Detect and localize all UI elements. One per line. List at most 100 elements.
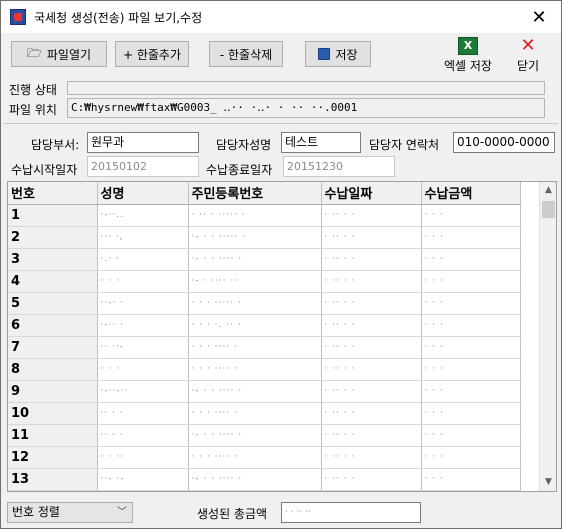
cell-name[interactable]: ·-·· · (97, 314, 189, 337)
dept-field[interactable]: 원무과 (87, 132, 199, 153)
vertical-scrollbar[interactable]: ▲ ▼ (539, 182, 556, 491)
row-number[interactable]: 6 (8, 314, 98, 337)
open-file-button[interactable]: 🗁 파일열기 (11, 41, 107, 67)
delete-row-button[interactable]: - 한줄삭제 (209, 41, 283, 67)
row-number[interactable]: 2 (8, 226, 98, 249)
cell-date[interactable]: · ·· · · (321, 226, 422, 249)
cell-name[interactable]: ·· ··- (97, 336, 189, 359)
cell-id[interactable]: · ·· · ····· · (188, 204, 322, 227)
cell-id[interactable]: · · · ···· · (188, 402, 322, 425)
cell-amount[interactable]: · · · (421, 446, 521, 469)
cell-amount[interactable]: · · · (421, 468, 521, 491)
cell-date[interactable]: · ·· · · (321, 446, 422, 469)
cell-name[interactable]: · · · (97, 270, 189, 293)
table-row[interactable]: 12 · · ·· · · · ···· · · ·· · · · · · (8, 446, 521, 469)
table-row[interactable]: 11 ·· · · ·- · · ···· · · ·· · · · · · (8, 424, 521, 447)
cell-date[interactable]: · ·· · · (321, 358, 422, 381)
cell-date[interactable]: · ·· · · (321, 204, 422, 227)
table-row[interactable]: 5 ··-· · · · · ····· · · ·· · · · · · (8, 292, 521, 315)
scroll-up-icon[interactable]: ▲ (540, 182, 556, 199)
cell-date[interactable]: · ·· · · (321, 270, 422, 293)
cell-date[interactable]: · ·· · · (321, 468, 422, 491)
sort-select[interactable]: 번호 정렬 ﹀ (7, 502, 133, 523)
row-number[interactable]: 8 (8, 358, 98, 381)
cell-date[interactable]: · ·· · · (321, 402, 422, 425)
cell-id[interactable]: ·- · ···· ·· (188, 270, 322, 293)
col-header-id[interactable]: 주민등록번호 (188, 182, 322, 205)
cell-id[interactable]: · · · ·. ·· · (188, 314, 322, 337)
cell-name[interactable]: ··· ·, (97, 226, 189, 249)
row-number[interactable]: 3 (8, 248, 98, 271)
table-row[interactable]: 8 · · · · · · ···· · · ·· · · · · · (8, 358, 521, 381)
table-row[interactable]: 6 ·-·· · · · · ·. ·· · · ·· · · · · · (8, 314, 521, 337)
cell-id[interactable]: · · · ····· · (188, 292, 322, 315)
add-row-button[interactable]: + 한줄추가 (115, 41, 189, 67)
cell-date[interactable]: · ·· · · (321, 248, 422, 271)
cell-name[interactable]: · · ·· (97, 446, 189, 469)
cell-amount[interactable]: · · · (421, 358, 521, 381)
table-row[interactable]: 13 ··- ·- ·- · · ···· · · ·· · · · · · (8, 468, 521, 491)
table-row[interactable]: 3 ·.· · ·- · · ···· · · ·· · · · · · (8, 248, 521, 271)
cell-id[interactable]: ·- · · ····· · (188, 226, 322, 249)
start-date-label: 수납시작일자 (11, 163, 78, 177)
cell-name[interactable]: ··- ·- (97, 468, 189, 491)
cell-id[interactable]: ·- · · ···· · (188, 468, 322, 491)
col-header-amount[interactable]: 수납금액 (421, 182, 521, 205)
save-button[interactable]: 저장 (305, 41, 371, 67)
cell-name[interactable]: ·· · · (97, 402, 189, 425)
cell-name[interactable]: ·.· · (97, 248, 189, 271)
row-number[interactable]: 5 (8, 292, 98, 315)
manager-field[interactable]: 테스트 (281, 132, 361, 153)
table-row[interactable]: 7 ·· ··- · · · ···· · · ·· · · · · · (8, 336, 521, 359)
cell-amount[interactable]: · · · (421, 336, 521, 359)
row-number[interactable]: 13 (8, 468, 98, 491)
col-header-no[interactable]: 번호 (8, 182, 98, 205)
row-number[interactable]: 12 (8, 446, 98, 469)
cell-amount[interactable]: · · · (421, 270, 521, 293)
row-number[interactable]: 10 (8, 402, 98, 425)
cell-id[interactable]: · · · ···· · (188, 358, 322, 381)
cell-id[interactable]: · · · ···· · (188, 336, 322, 359)
cell-id[interactable]: ·- · · ···· · (188, 248, 322, 271)
cell-name[interactable]: · · · (97, 358, 189, 381)
excel-save-button[interactable]: X 엑셀 저장 (438, 37, 498, 75)
cell-id[interactable]: ·- · · ···· · (188, 424, 322, 447)
cell-id[interactable]: ·- · · ···· · (188, 380, 322, 403)
row-number[interactable]: 4 (8, 270, 98, 293)
cell-amount[interactable]: · · · (421, 314, 521, 337)
cell-amount[interactable]: · · · (421, 380, 521, 403)
cell-amount[interactable]: · · · (421, 248, 521, 271)
scroll-thumb[interactable] (542, 201, 555, 218)
cell-date[interactable]: · ·· · · (321, 314, 422, 337)
cell-date[interactable]: · ·· · · (321, 380, 422, 403)
cell-amount[interactable]: · · · (421, 292, 521, 315)
cell-amount[interactable]: · · · (421, 424, 521, 447)
contact-field[interactable]: 010-0000-0000 (453, 132, 555, 153)
cell-id[interactable]: · · · ···· · (188, 446, 322, 469)
table-row[interactable]: 2 ··· ·, ·- · · ····· · · ·· · · · · · (8, 226, 521, 249)
cell-name[interactable]: ·· · · (97, 424, 189, 447)
cell-name[interactable]: ·-··-·· (97, 380, 189, 403)
row-number[interactable]: 1 (8, 204, 98, 227)
col-header-date[interactable]: 수납일짜 (321, 182, 422, 205)
cell-date[interactable]: · ·· · · (321, 424, 422, 447)
close-window-button[interactable]: ✕ (517, 1, 561, 33)
scroll-down-icon[interactable]: ▼ (540, 474, 556, 491)
table-row[interactable]: 1 ·-··.. · ·· · ····· · · ·· · · · · · (8, 204, 521, 227)
cell-amount[interactable]: · · · (421, 226, 521, 249)
cell-amount[interactable]: · · · (421, 402, 521, 425)
data-grid[interactable]: 번호 성명 주민등록번호 수납일짜 수납금액 1 ·-··.. · ·· · ···… (7, 181, 557, 492)
cell-name[interactable]: ·-··.. (97, 204, 189, 227)
cell-date[interactable]: · ·· · · (321, 292, 422, 315)
table-row[interactable]: 9 ·-··-·· ·- · · ···· · · ·· · · · · · (8, 380, 521, 403)
row-number[interactable]: 7 (8, 336, 98, 359)
close-button[interactable]: ✕ 닫기 (511, 37, 545, 75)
cell-date[interactable]: · ·· · · (321, 336, 422, 359)
table-row[interactable]: 10 ·· · · · · · ···· · · ·· · · · · · (8, 402, 521, 425)
cell-amount[interactable]: · · · (421, 204, 521, 227)
col-header-name[interactable]: 성명 (97, 182, 189, 205)
row-number[interactable]: 9 (8, 380, 98, 403)
cell-name[interactable]: ··-· · (97, 292, 189, 315)
row-number[interactable]: 11 (8, 424, 98, 447)
table-row[interactable]: 4 · · · ·- · ···· ·· · ·· · · · · · (8, 270, 521, 293)
